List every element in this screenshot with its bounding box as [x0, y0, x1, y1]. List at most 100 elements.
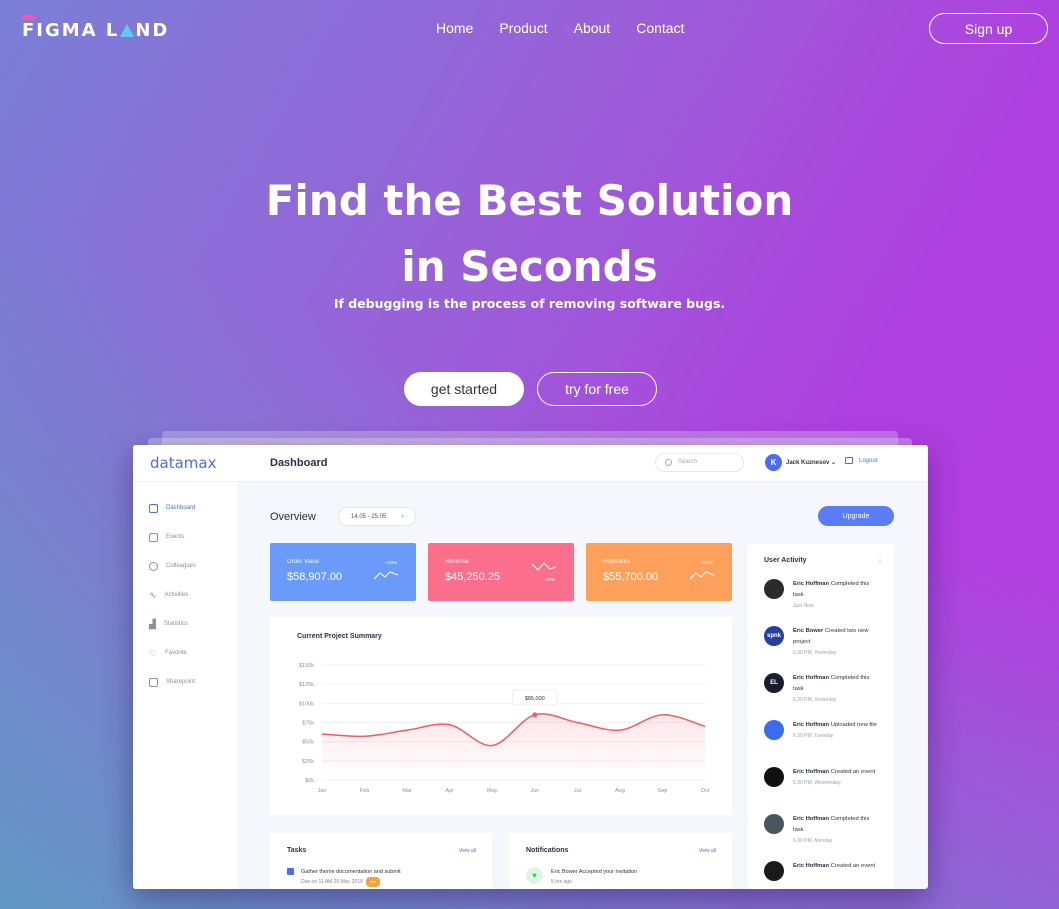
y-tick-label: $25k — [302, 759, 314, 765]
search-placeholder: Search — [678, 459, 698, 465]
activity-item[interactable]: Eric Hoffman Completed this task Just Now — [764, 579, 890, 619]
bar-chart-icon: ▟ — [149, 618, 156, 629]
checkbox[interactable] — [287, 868, 294, 875]
y-tick-label: $0k — [305, 778, 314, 784]
heart-icon: ♡ — [149, 647, 158, 658]
tasks-card: Tasks View all Gather theme documentatio… — [270, 833, 492, 889]
y-tick-label: $50k — [302, 740, 314, 746]
stat-label: Revenue — [445, 559, 470, 565]
x-tick-label: Aug — [615, 788, 625, 794]
sidebar-item-sharepoint[interactable]: Sharepoint — [149, 676, 195, 688]
logout-link[interactable]: Logout — [845, 457, 878, 464]
activity-user: Eric Hoffman — [793, 722, 830, 728]
activity-time: 6.30 PM, Yesterday — [793, 697, 837, 703]
stat-value: $55,700.00 — [603, 571, 659, 583]
dashboard-search[interactable]: Search — [655, 453, 744, 472]
sidebar-item-statistics[interactable]: ▟ Statistics — [149, 618, 188, 630]
activity-item[interactable]: EL Eric Hoffman Completed this task 6.30 P… — [764, 673, 890, 713]
avatar — [764, 767, 784, 787]
activity-user: Eric Bower — [793, 628, 824, 634]
logout-icon — [845, 457, 853, 464]
notification-item[interactable]: ♥ Eric Bower Accepted your invitation 5 … — [526, 867, 637, 887]
main-nav: Home Product About Contact — [436, 20, 684, 36]
date-range-select[interactable]: 14.05 - 25.05 ⌄ — [338, 507, 416, 526]
dashboard-mockup: datamax Dashboard Search K Jack Kuznesov… — [133, 445, 928, 889]
sidebar-item-activities[interactable]: ∿ Activities — [149, 589, 188, 601]
activity-item[interactable]: Eric Hoffman Uploaded new file 6.30 PM, T… — [764, 720, 890, 760]
share-icon — [149, 677, 158, 687]
dashboard-title: Dashboard — [270, 457, 328, 469]
stat-label: Payments — [603, 559, 630, 565]
activity-item[interactable]: spnk Eric Bower Created two new project 6.… — [764, 626, 890, 666]
chevron-down-icon: ⌄ — [399, 513, 405, 519]
activity-text: Eric Bower Created two new project 6.30 P… — [793, 626, 881, 659]
notification-text: Eric Bower Accepted your invitation — [551, 867, 637, 877]
logo-triangle-icon — [120, 24, 135, 37]
search-icon — [665, 459, 672, 466]
nav-contact[interactable]: Contact — [636, 20, 684, 36]
x-tick-label: Mar — [402, 788, 412, 794]
heart-icon: ♥ — [526, 867, 543, 884]
x-tick-label: May — [487, 788, 498, 794]
sidebar-item-dashboard[interactable]: Dashboard — [149, 502, 195, 514]
dashboard-sidebar: Dashboard Events Colleagues ∿ Activities … — [133, 482, 237, 889]
x-tick-label: Feb — [360, 788, 369, 794]
sidebar-item-label: Colleagues — [166, 563, 197, 569]
x-tick-label: Apr — [445, 788, 454, 794]
more-icon[interactable]: ⋮ — [876, 556, 884, 565]
activity-user: Eric Hoffman — [793, 581, 830, 587]
y-tick-label: $100k — [299, 701, 314, 707]
x-tick-label: Jul — [574, 788, 581, 794]
logo-text-a: FIGMA L — [22, 20, 120, 41]
logo-text-b: ND — [135, 20, 170, 41]
avatar: spnk — [764, 626, 784, 646]
nav-about[interactable]: About — [574, 20, 611, 36]
get-started-button[interactable]: get started — [404, 372, 524, 406]
activity-item[interactable]: Eric Hoffman Completed this task 6.30 PM,… — [764, 814, 890, 854]
tooltip-value: $85,000 — [525, 696, 545, 702]
activity-time: 6.30 PM, Yesterday — [793, 650, 837, 656]
try-free-button[interactable]: try for free — [537, 372, 657, 406]
line-chart: $0k $25k $50k $75k $100k $125k $150k Jan Feb Mar A… — [299, 663, 710, 794]
upgrade-button[interactable]: Upgrade — [818, 506, 894, 526]
hero-title-line2: in Seconds — [401, 242, 658, 291]
avatar[interactable]: K — [765, 454, 782, 471]
sidebar-item-label: Dashboard — [166, 505, 196, 511]
activity-time: Just Now — [793, 603, 814, 609]
task-item[interactable]: Gather theme documentation and submit Du… — [287, 867, 401, 887]
trend-up-icon — [374, 571, 398, 580]
sidebar-item-colleagues[interactable]: Colleagues — [149, 560, 196, 572]
user-name[interactable]: Jack Kuznesov ⌄ — [786, 459, 836, 466]
dashboard-icon — [149, 503, 158, 513]
user-activity-panel: User Activity ⋮ Eric Hoffman Completed t… — [748, 544, 894, 889]
sidebar-item-favorite[interactable]: ♡ Favorite — [149, 647, 187, 659]
avatar — [764, 579, 784, 599]
activity-item[interactable]: Eric Hoffman Created an event 6.30 PM, We… — [764, 767, 890, 807]
activity-action: Created an event — [830, 863, 876, 869]
trend-up-icon — [690, 571, 714, 580]
avatar: EL — [764, 673, 784, 693]
stat-value: $45,250.25 — [445, 571, 501, 583]
stat-change: +20% — [701, 560, 713, 565]
sidebar-item-events[interactable]: Events — [149, 531, 184, 543]
nav-product[interactable]: Product — [499, 20, 547, 36]
task-text: Gather theme documentation and submit — [301, 869, 401, 875]
stat-card-payments[interactable]: Payments $55,700.00 +20% — [586, 543, 732, 601]
nav-home[interactable]: Home — [436, 20, 473, 36]
data-point[interactable] — [532, 712, 538, 718]
activity-user: Eric Hoffman — [793, 863, 830, 869]
user-name-text: Jack Kuznesov — [786, 460, 830, 466]
logo[interactable]: FIGMA L ND — [22, 15, 170, 41]
sidebar-item-label: Sharepoint — [166, 679, 196, 685]
series-area — [322, 713, 705, 780]
notifications-view-all[interactable]: View all — [699, 848, 716, 854]
activity-text: Eric Hoffman Created an event — [793, 861, 881, 872]
tasks-view-all[interactable]: View all — [459, 848, 476, 854]
signup-button[interactable]: Sign up — [929, 13, 1048, 44]
stat-card-order-value[interactable]: Order Value $58,907.00 +20% — [270, 543, 416, 601]
activity-item[interactable]: Eric Hoffman Created an event — [764, 861, 890, 889]
logo-accent — [22, 15, 36, 20]
logout-label: Logout — [859, 458, 878, 464]
sidebar-item-label: Favorite — [165, 650, 187, 656]
stat-card-revenue[interactable]: Revenue $45,250.25 -10% — [428, 543, 574, 601]
